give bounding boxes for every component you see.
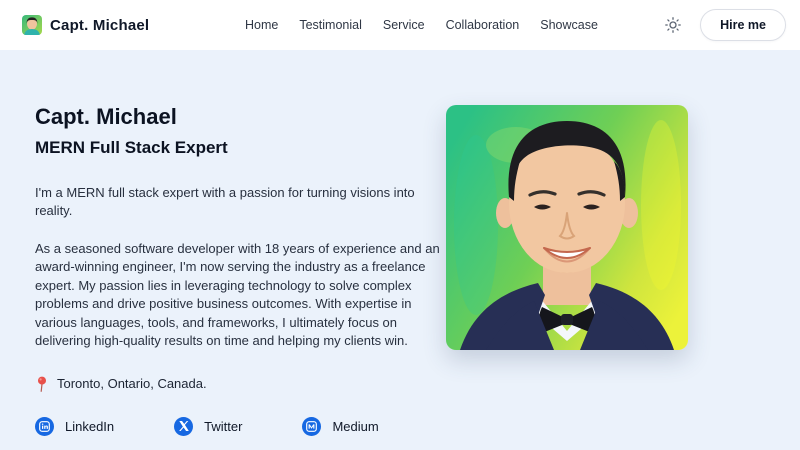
linkedin-icon	[35, 417, 54, 436]
medium-icon	[302, 417, 321, 436]
social-label: Medium	[332, 419, 378, 434]
nav-item-home[interactable]: Home	[245, 18, 278, 32]
location-text: Toronto, Ontario, Canada.	[57, 376, 207, 391]
theme-toggle[interactable]	[663, 15, 683, 35]
nav-item-service[interactable]: Service	[383, 18, 425, 32]
social-links: LinkedIn Twitter Medium	[35, 417, 800, 436]
brand[interactable]: Capt. Michael	[22, 15, 149, 35]
social-label: Twitter	[204, 419, 242, 434]
pin-icon	[35, 376, 49, 392]
social-link-linkedin[interactable]: LinkedIn	[35, 417, 114, 436]
bio-paragraph: As a seasoned software developer with 18…	[35, 240, 440, 351]
social-link-medium[interactable]: Medium	[302, 417, 378, 436]
nav-controls: Hire me	[663, 9, 786, 41]
sun-icon	[665, 17, 681, 33]
hire-me-button[interactable]: Hire me	[700, 9, 786, 41]
nav-item-collaboration[interactable]: Collaboration	[446, 18, 520, 32]
nav-item-testimonial[interactable]: Testimonial	[299, 18, 362, 32]
social-label: LinkedIn	[65, 419, 114, 434]
navbar: Capt. Michael Home Testimonial Service C…	[0, 0, 800, 50]
hero-section: Capt. Michael MERN Full Stack Expert I'm…	[0, 50, 800, 450]
nav-links: Home Testimonial Service Collaboration S…	[245, 0, 598, 50]
nav-item-showcase[interactable]: Showcase	[540, 18, 598, 32]
social-link-twitter[interactable]: Twitter	[174, 417, 242, 436]
avatar-pixel-icon	[22, 15, 42, 35]
location-row: Toronto, Ontario, Canada.	[35, 376, 800, 392]
intro-paragraph: I'm a MERN full stack expert with a pass…	[35, 184, 440, 221]
brand-name: Capt. Michael	[50, 17, 149, 34]
twitter-x-icon	[174, 417, 193, 436]
profile-photo	[446, 105, 688, 350]
